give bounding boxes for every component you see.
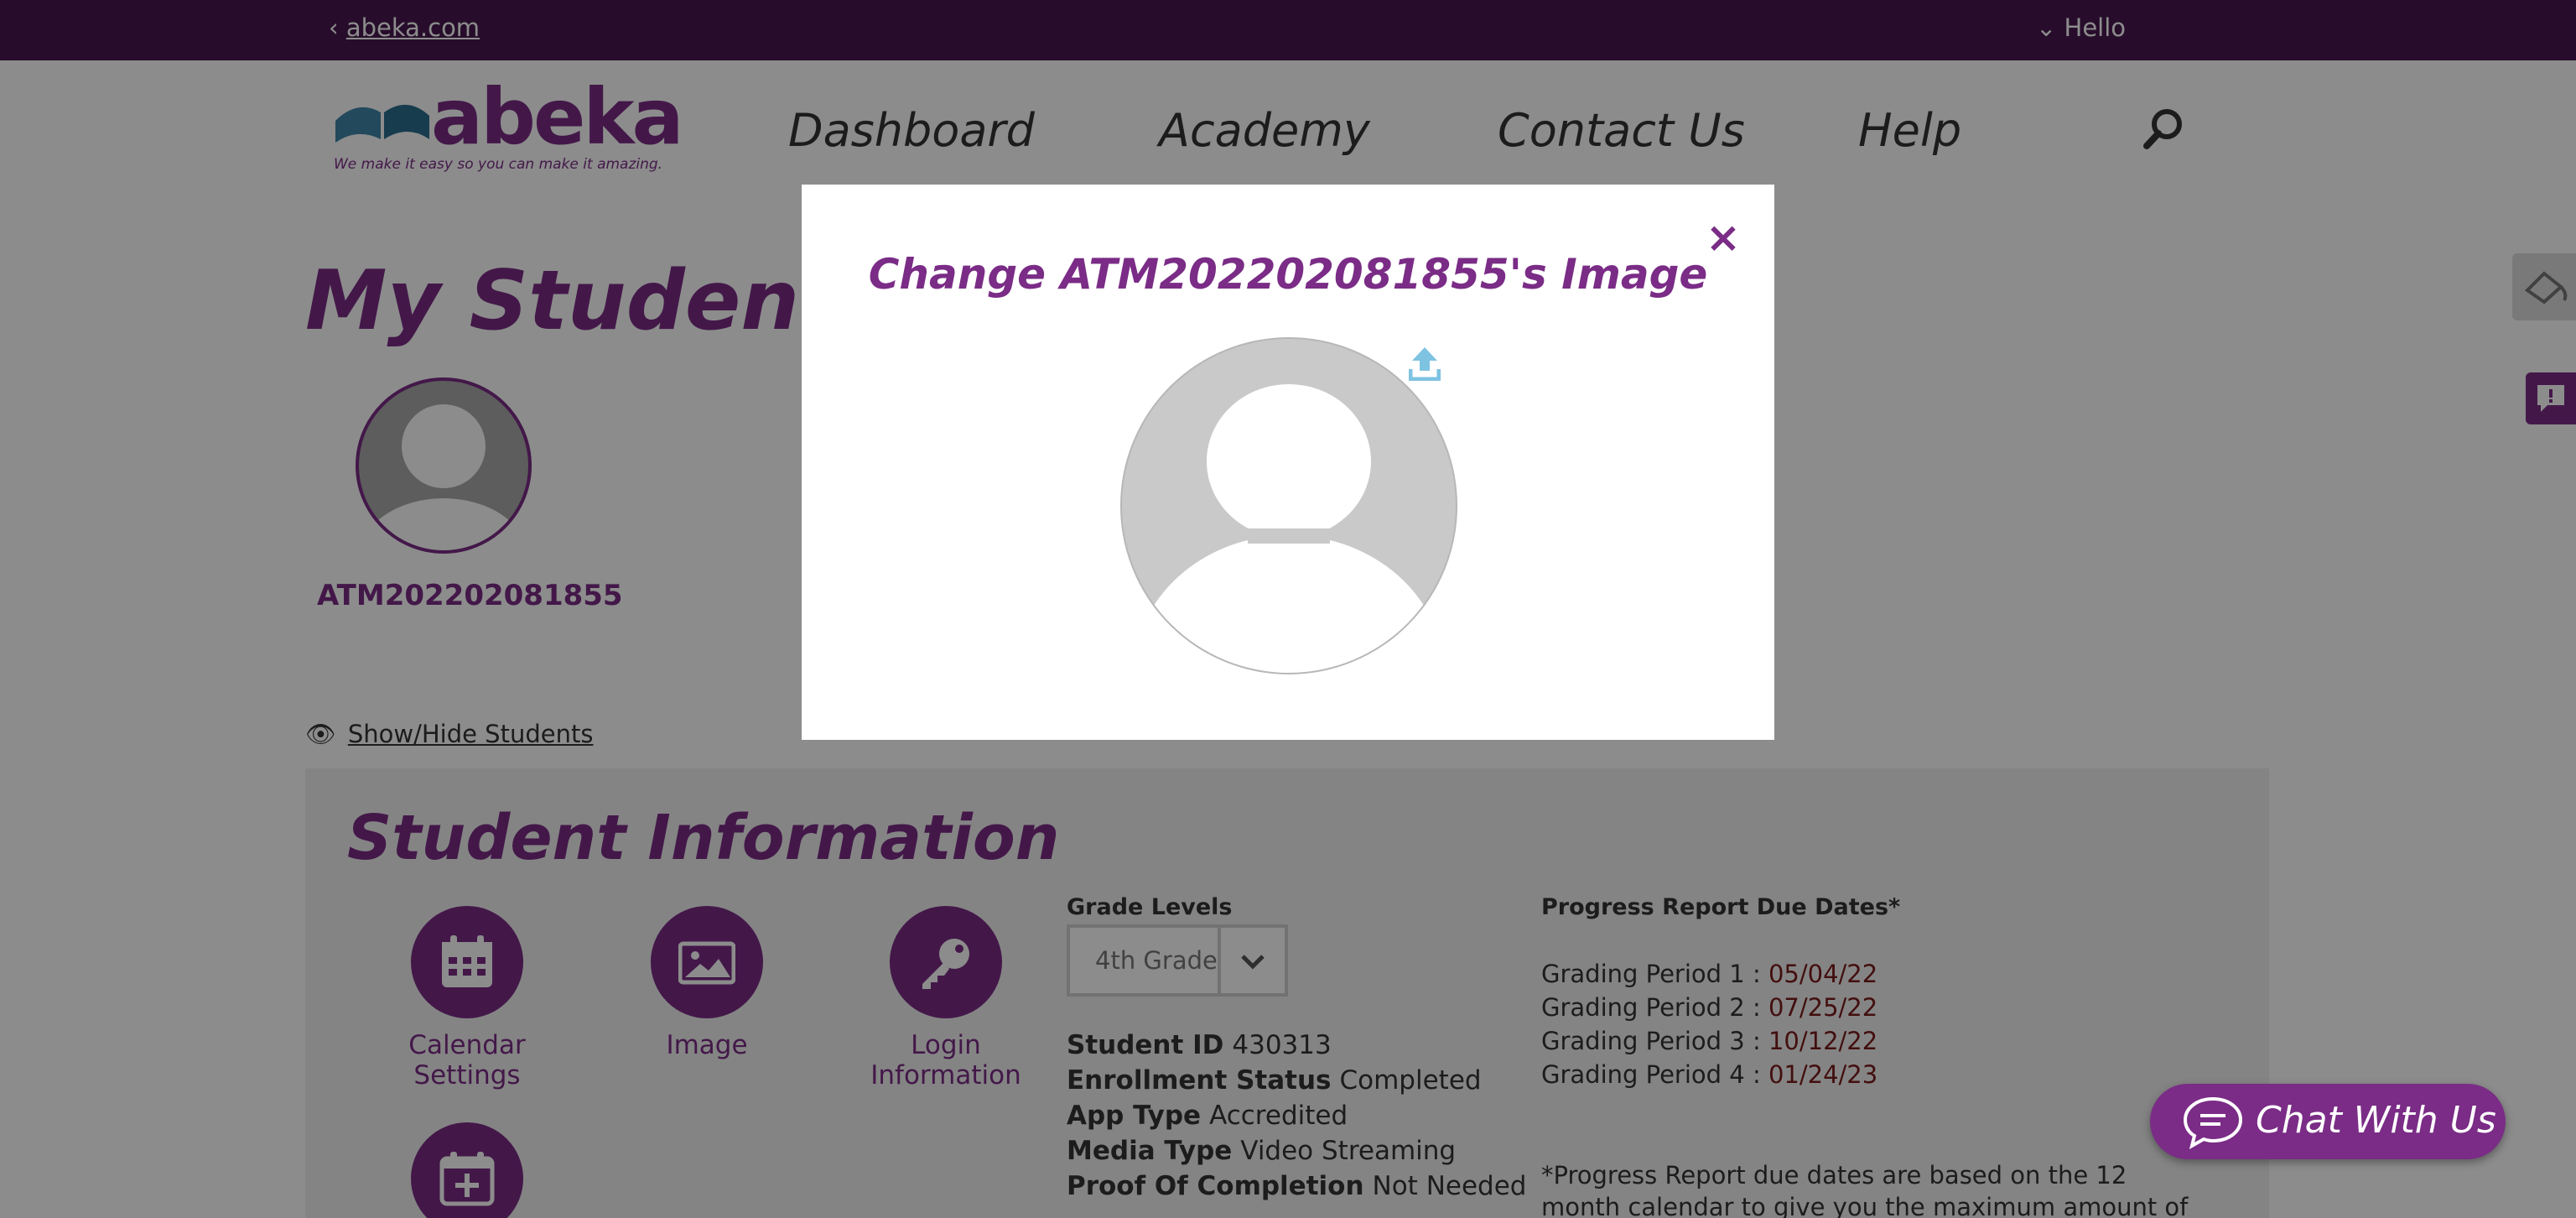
- current-image-preview[interactable]: [1120, 337, 1457, 674]
- chat-with-us-button[interactable]: Chat With Us: [2150, 1084, 2506, 1159]
- change-image-modal: × Change ATM202202081855's Image: [802, 185, 1774, 740]
- modal-title: Change ATM202202081855's Image: [868, 250, 1708, 299]
- chat-bubble-icon: [2183, 1096, 2243, 1149]
- upload-icon[interactable]: [1409, 346, 1441, 381]
- person-silhouette-icon: [1133, 384, 1445, 673]
- chat-label: Chat With Us: [2256, 1099, 2496, 1142]
